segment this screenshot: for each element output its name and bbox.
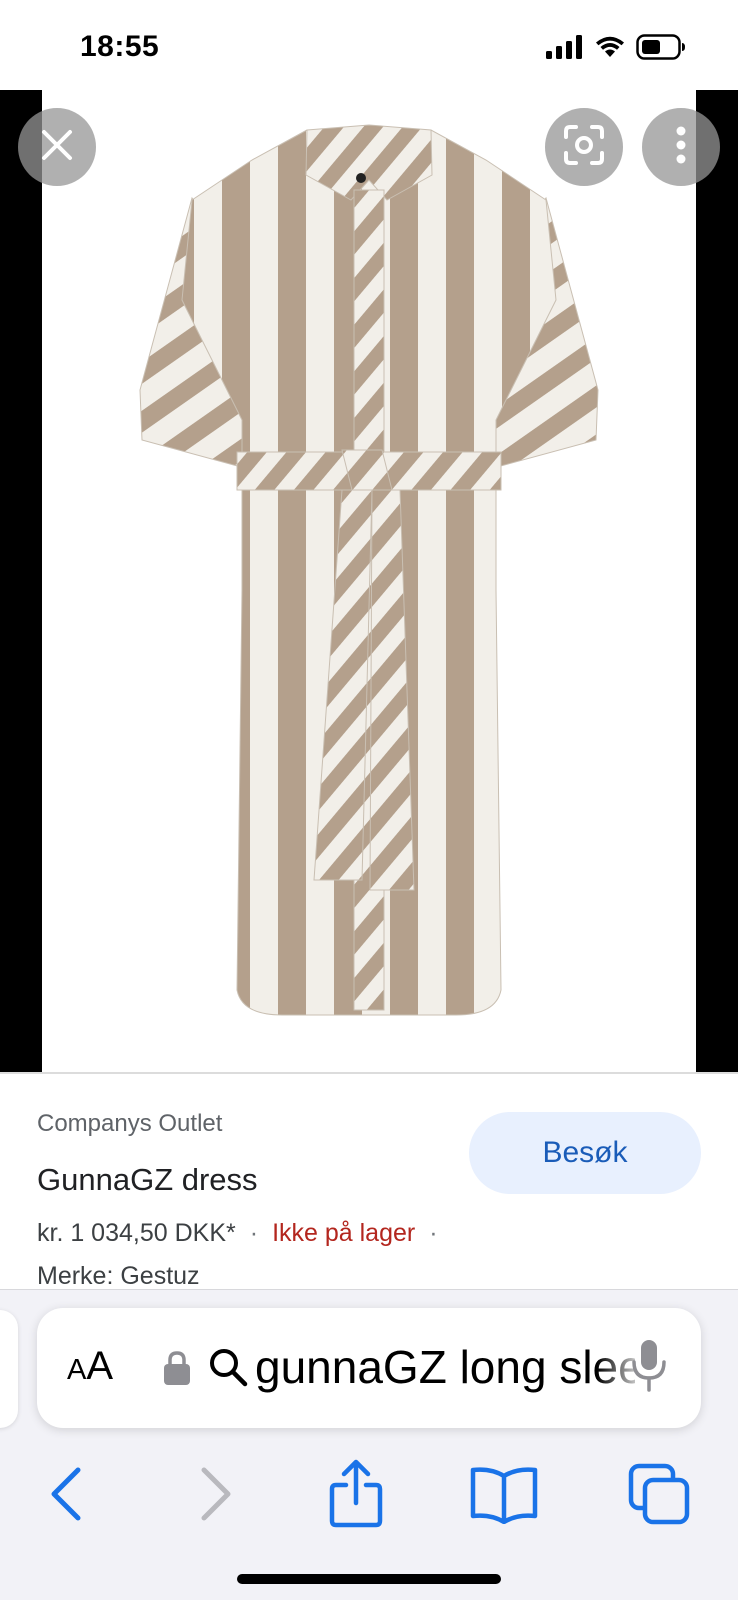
- bookmarks-button[interactable]: [468, 1460, 540, 1532]
- status-bar: 18:55: [0, 0, 738, 90]
- signal-icon: [546, 35, 584, 64]
- wifi-icon: [594, 35, 626, 64]
- aa-label-large: A: [86, 1344, 114, 1388]
- close-icon: [40, 128, 74, 167]
- aa-label-small: A: [67, 1354, 87, 1386]
- status-time: 18:55: [80, 30, 160, 63]
- separator-dot: ·: [249, 1219, 259, 1247]
- previous-tab-preview[interactable]: [0, 1310, 18, 1428]
- more-options-button[interactable]: [642, 108, 720, 186]
- tabs-button[interactable]: [624, 1460, 696, 1532]
- page-settings-button[interactable]: AA: [67, 1344, 113, 1389]
- lens-icon: [562, 123, 606, 172]
- address-bar[interactable]: AA gunnaGZ long sleeve dress: [37, 1308, 701, 1428]
- visit-button[interactable]: Besøk: [469, 1112, 701, 1194]
- search-icon: [207, 1346, 249, 1393]
- image-viewer: [0, 90, 738, 1072]
- product-image[interactable]: [42, 90, 696, 1072]
- bookmarks-icon: [469, 1464, 539, 1529]
- back-icon: [46, 1464, 86, 1529]
- price: kr. 1 034,50 DKK*: [37, 1219, 236, 1247]
- back-button[interactable]: [30, 1460, 102, 1532]
- share-icon: [326, 1459, 386, 1534]
- share-button[interactable]: [320, 1459, 392, 1534]
- brand-label: Merke: Gestuz: [37, 1262, 200, 1290]
- microphone-icon[interactable]: [629, 1338, 669, 1399]
- home-indicator[interactable]: [237, 1574, 501, 1584]
- forward-icon: [196, 1464, 236, 1529]
- product-panel: Companys Outlet GunnaGZ dress kr. 1 034,…: [0, 1074, 738, 1290]
- merchant-name[interactable]: Companys Outlet: [37, 1110, 222, 1138]
- battery-icon: [636, 34, 686, 65]
- browser-bottom-bar: AA gunnaGZ long sleeve dress: [0, 1289, 738, 1600]
- tabs-icon: [627, 1462, 693, 1531]
- lens-search-button[interactable]: [545, 108, 623, 186]
- striped-shirt-dress-image: [139, 124, 599, 1016]
- browser-toolbar: [0, 1459, 738, 1540]
- product-title[interactable]: GunnaGZ dress: [37, 1162, 258, 1198]
- url-field[interactable]: gunnaGZ long sleeve dress: [255, 1340, 635, 1394]
- more-icon: [675, 125, 687, 170]
- status-icons: [546, 34, 686, 65]
- forward-button[interactable]: [180, 1460, 252, 1532]
- lock-icon: [163, 1350, 191, 1391]
- close-button[interactable]: [18, 108, 96, 186]
- stock-status: Ikke på lager: [272, 1219, 416, 1247]
- separator-dot: ·: [429, 1219, 438, 1247]
- price-line: kr. 1 034,50 DKK* · Ikke på lager ·: [37, 1219, 452, 1248]
